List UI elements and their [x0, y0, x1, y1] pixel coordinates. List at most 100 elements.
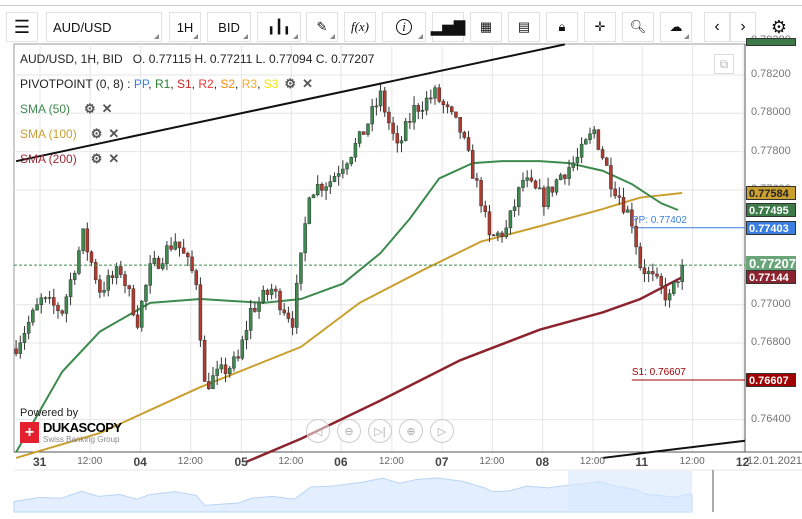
candle-body — [353, 143, 358, 158]
candle-body — [253, 307, 257, 312]
gear-icon[interactable]: ⚙ — [84, 101, 96, 116]
x-hour-label: 12:00 — [579, 456, 605, 467]
close-icon[interactable]: ✕ — [102, 101, 113, 116]
candle-body — [35, 304, 39, 311]
candle-body — [374, 105, 379, 108]
candle-body — [584, 139, 588, 145]
gear-icon[interactable]: ⚙ — [91, 151, 103, 166]
candle-body — [504, 227, 508, 238]
candle-body — [328, 181, 333, 187]
zoom-out-icon: ⊖ — [344, 425, 354, 438]
x-hour-label: 12:00 — [679, 456, 705, 467]
candle-body — [605, 157, 609, 166]
gear-icon[interactable]: ⚙ — [284, 76, 296, 91]
candle-body — [341, 168, 345, 174]
candle-body — [433, 87, 437, 99]
candle-body — [575, 157, 580, 164]
candle-body — [521, 180, 525, 188]
candle-body — [483, 205, 488, 212]
candle-body — [412, 105, 416, 123]
candle-body — [366, 123, 370, 135]
x-hour-label: 12:00 — [378, 456, 404, 467]
candle-body — [299, 252, 303, 284]
candle-body — [295, 282, 299, 328]
price-label: 0.77144 — [746, 270, 796, 285]
candle-body — [236, 356, 240, 359]
candle-body — [169, 245, 173, 250]
price-label: 0.76607 — [746, 373, 796, 387]
candle-body — [160, 263, 165, 269]
candle-body — [240, 339, 245, 359]
candle-body — [102, 289, 106, 293]
candle-body — [110, 275, 115, 278]
close-icon[interactable]: ✕ — [302, 76, 313, 91]
candle-body — [525, 177, 529, 181]
candle-body — [211, 375, 215, 389]
candle-body — [479, 180, 483, 207]
zoom-in-icon: ⊕ — [406, 425, 416, 438]
navigator-window — [568, 471, 692, 512]
scroll-left-button[interactable]: ◁ — [306, 419, 330, 443]
candle-body — [424, 97, 429, 111]
candle-body — [567, 167, 571, 179]
candle-body — [135, 314, 140, 328]
sma50-label: SMA (50) — [20, 102, 71, 116]
candle-body — [131, 288, 136, 316]
legend-ohlc: AUD/USD, 1H, BID O. 0.77115 H. 0.77211 L… — [20, 52, 374, 66]
x-hour-label: 12:00 — [278, 456, 304, 467]
candle-body — [395, 133, 400, 144]
x-day-label: 05 — [234, 455, 248, 469]
pivot-item-s1: S1 — [176, 77, 192, 91]
skip-end-icon: ▷| — [374, 425, 386, 438]
pivot-item-pp: PP — [133, 77, 149, 91]
candle-body — [391, 122, 395, 134]
legend-sma100: SMA (100) ⚙ ✕ — [20, 126, 119, 142]
candle-body — [416, 105, 420, 112]
candle-body — [554, 179, 559, 193]
popout-icon[interactable]: ⧉ — [714, 54, 734, 74]
candle-body — [223, 364, 228, 375]
gear-icon[interactable]: ⚙ — [91, 126, 103, 141]
candle-body — [475, 178, 479, 181]
y-tick-label: 0.78200 — [751, 68, 791, 81]
candle-body — [173, 241, 178, 250]
close-icon[interactable]: ✕ — [108, 126, 119, 141]
candle-body — [420, 109, 425, 112]
candle-body — [571, 162, 575, 168]
candle-body — [600, 149, 605, 159]
candle-body — [588, 133, 592, 140]
candle-body — [613, 188, 617, 197]
x-hour-label: 12:00 — [177, 456, 203, 467]
candle-body — [47, 297, 52, 299]
candle-body — [320, 184, 324, 191]
candle-body — [311, 194, 316, 199]
candle-body — [609, 165, 613, 190]
candle-body — [60, 310, 64, 314]
scroll-end-button[interactable]: ▷| — [368, 419, 392, 443]
pivot-line-label: S1: 0.76607 — [631, 367, 686, 378]
candle-body — [450, 106, 454, 113]
candle-body — [77, 250, 81, 274]
candle-body — [466, 137, 471, 151]
legend-sma200: SMA (200) ⚙ ✕ — [20, 151, 119, 167]
x-end-label: 12.01.2021 — [747, 455, 802, 467]
close-icon[interactable]: ✕ — [108, 151, 119, 166]
candle-body — [324, 186, 328, 191]
candle-body — [315, 184, 320, 195]
powered-by: Powered by — [20, 407, 79, 419]
candle-body — [362, 131, 366, 135]
candle-body — [508, 210, 513, 229]
candle-body — [487, 211, 492, 236]
candle-body — [646, 271, 651, 275]
scroll-right-button[interactable]: ▷ — [430, 419, 454, 443]
zoom-in-button[interactable]: ⊕ — [399, 419, 423, 443]
zoom-out-button[interactable]: ⊖ — [337, 419, 361, 443]
candle-body — [378, 90, 383, 107]
price-label: 0.77403 — [746, 220, 796, 235]
candle-body — [140, 300, 144, 328]
candle-body — [579, 143, 584, 158]
candle-body — [596, 129, 601, 150]
triangle-left-icon: ◁ — [313, 425, 323, 438]
candle-body — [89, 251, 94, 263]
candle-body — [244, 330, 249, 341]
